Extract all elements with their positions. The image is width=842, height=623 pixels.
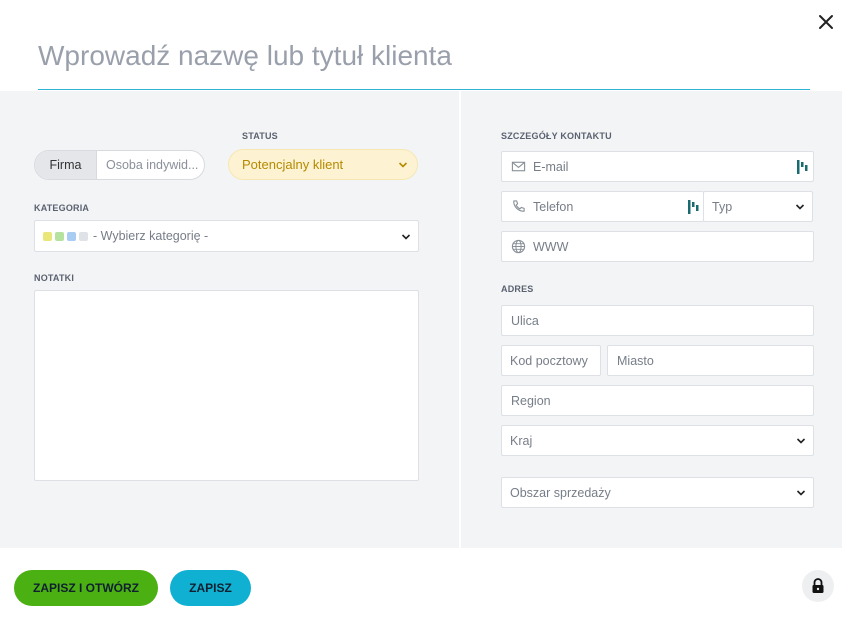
phone-type-select[interactable]: Typ [703,191,813,222]
header [0,0,842,91]
category-dot [79,231,88,241]
region-field[interactable]: Region [501,385,814,416]
column-divider [459,91,461,548]
chevron-down-icon [398,162,408,168]
email-field[interactable]: E-mail [501,151,814,182]
status-select[interactable]: Potencjalny klient [228,149,418,180]
street-placeholder: Ulica [511,313,539,328]
country-select[interactable]: Kraj [501,425,814,456]
sales-area-placeholder: Obszar sprzedaży [510,485,611,500]
city-placeholder: Miasto [617,353,654,368]
postal-code-placeholder: Kod pocztowy [510,353,588,368]
close-button[interactable] [816,12,836,32]
category-dot [67,231,76,241]
save-and-open-button[interactable]: ZAPISZ I OTWÓRZ [14,570,158,606]
toggle-company[interactable]: Firma [35,151,97,179]
client-type-toggle: Firma Osoba indywid... [34,150,205,180]
save-button[interactable]: ZAPISZ [170,570,251,606]
www-placeholder: WWW [533,239,569,254]
envelope-icon [511,161,526,172]
contact-details-label: SZCZEGÓŁY KONTAKTU [501,131,612,141]
postal-code-field[interactable]: Kod pocztowy [501,345,601,376]
category-placeholder: - Wybierz kategorię - [93,229,209,243]
category-select[interactable]: - Wybierz kategorię - [34,220,419,252]
status-label: STATUS [242,131,278,141]
chevron-down-icon [795,204,805,210]
phone-field[interactable]: Telefon [501,191,704,222]
phone-type-placeholder: Typ [712,199,733,214]
notes-label: NOTATKI [34,273,75,283]
phone-placeholder: Telefon [533,199,574,214]
chevron-down-icon [401,234,411,240]
sales-area-select[interactable]: Obszar sprzedaży [501,477,814,508]
email-placeholder: E-mail [533,159,569,174]
close-icon [819,15,833,29]
lock-icon [812,578,824,593]
street-field[interactable]: Ulica [501,305,814,336]
toggle-individual[interactable]: Osoba indywid... [97,151,204,179]
notes-textarea[interactable] [34,290,419,481]
www-field[interactable]: WWW [501,231,814,262]
integration-icon[interactable] [688,200,699,214]
lock-button[interactable] [802,570,834,602]
chevron-down-icon [796,490,806,496]
category-label: KATEGORIA [34,203,90,213]
category-color-dots [43,231,88,241]
region-placeholder: Region [511,393,551,408]
integration-icon[interactable] [797,160,808,174]
status-value: Potencjalny klient [242,157,344,172]
city-field[interactable]: Miasto [607,345,814,376]
country-placeholder: Kraj [510,433,533,448]
chevron-down-icon [796,438,806,444]
address-label: ADRES [501,284,534,294]
phone-icon [513,200,525,212]
globe-icon [511,239,526,254]
category-dot [43,231,52,241]
category-dot [55,231,64,241]
client-name-input[interactable] [38,30,810,90]
